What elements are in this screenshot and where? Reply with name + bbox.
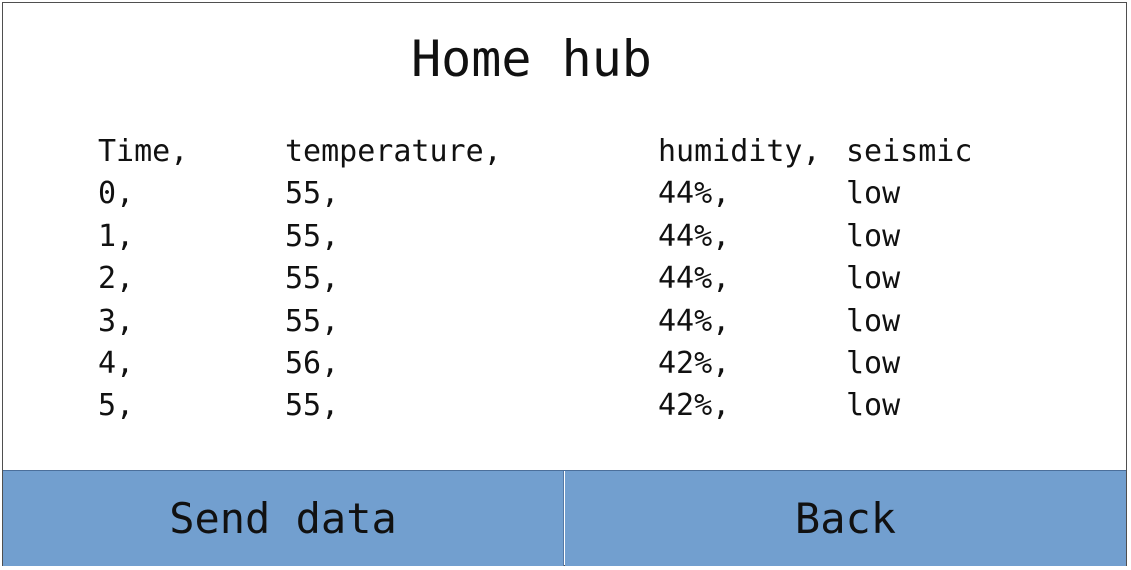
cell-temperature: 55, [285, 219, 340, 254]
header-time: Time, [98, 134, 189, 169]
header-seismic: seismic [846, 134, 973, 169]
cell-temperature: 55, [285, 176, 340, 211]
cell-seismic: low [846, 304, 901, 339]
cell-humidity: 42%, [658, 346, 731, 381]
cell-seismic: low [846, 261, 901, 296]
cell-seismic: low [846, 176, 901, 211]
cell-humidity: 42%, [658, 388, 731, 423]
cell-time: 3, [98, 304, 135, 339]
button-bar: Send data Back [3, 470, 1126, 566]
send-data-button[interactable]: Send data [3, 471, 564, 566]
header-temperature: temperature, [285, 134, 502, 169]
cell-temperature: 55, [285, 388, 340, 423]
cell-seismic: low [846, 219, 901, 254]
cell-humidity: 44%, [658, 261, 731, 296]
cell-humidity: 44%, [658, 304, 731, 339]
cell-time: 4, [98, 346, 135, 381]
cell-humidity: 44%, [658, 176, 731, 211]
cell-seismic: low [846, 388, 901, 423]
page-title-text: Home hub [411, 30, 652, 88]
cell-time: 0, [98, 176, 135, 211]
cell-humidity: 44%, [658, 219, 731, 254]
cell-time: 5, [98, 388, 135, 423]
cell-temperature: 56, [285, 346, 340, 381]
page-title: Home hub [3, 29, 1128, 89]
cell-time: 1, [98, 219, 135, 254]
header-humidity: humidity, [658, 134, 821, 169]
app-window: Home hub Time, temperature, humidity, se… [2, 2, 1127, 566]
cell-temperature: 55, [285, 261, 340, 296]
back-button[interactable]: Back [565, 471, 1126, 566]
cell-time: 2, [98, 261, 135, 296]
cell-temperature: 55, [285, 304, 340, 339]
cell-seismic: low [846, 346, 901, 381]
